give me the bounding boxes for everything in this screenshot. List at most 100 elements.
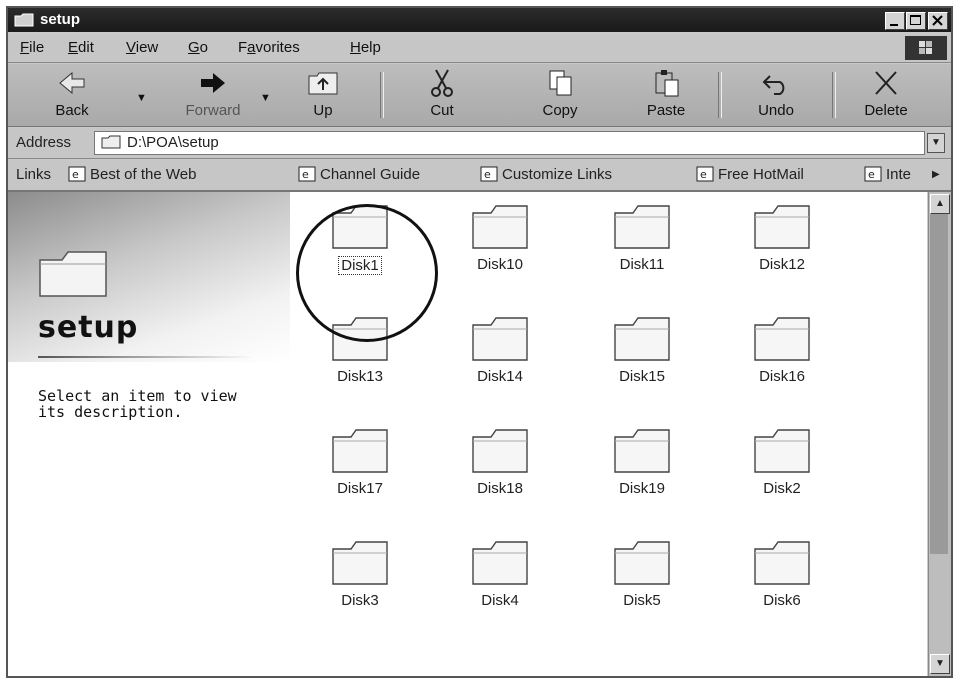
close-button[interactable] (928, 12, 948, 30)
pane-divider (38, 356, 258, 358)
toolbar-separator (380, 72, 384, 118)
svg-text:e: e (868, 168, 875, 181)
address-dropdown-button[interactable]: ▼ (927, 133, 945, 153)
folder-icon (332, 541, 388, 585)
folder-item[interactable]: Disk1 (300, 204, 420, 275)
back-label: Back (55, 102, 89, 119)
scroll-down-arrow-icon[interactable]: ▼ (930, 654, 950, 674)
menu-view[interactable]: View (126, 39, 158, 56)
svg-text:e: e (484, 168, 491, 181)
standard-toolbar: Back ▼ Forward ▼ Up Cut Copy Paste Undo (8, 64, 951, 127)
folder-content-view: Disk1 Disk10 Disk11 Disk12 Disk13 Disk14 Disk1… (290, 192, 927, 676)
folder-label: Disk15 (619, 368, 665, 385)
folder-item[interactable]: Disk16 (722, 316, 842, 386)
copy-button[interactable]: Copy (520, 68, 600, 119)
copy-icon (549, 70, 572, 96)
pane-title: setup (38, 310, 139, 345)
folder-label: Disk13 (337, 368, 383, 385)
folder-icon (332, 205, 388, 249)
folder-label: Disk6 (763, 592, 801, 609)
folder-label: Disk14 (477, 368, 523, 385)
folder-item[interactable]: Disk15 (582, 316, 702, 386)
undo-button[interactable]: Undo (736, 68, 816, 119)
menu-file[interactable]: File (20, 39, 44, 56)
folder-label: Disk3 (341, 592, 379, 609)
scroll-up-arrow-icon[interactable]: ▲ (930, 194, 950, 214)
folder-label: Disk4 (481, 592, 519, 609)
delete-button[interactable]: Delete (846, 68, 926, 119)
undo-label: Undo (758, 102, 794, 119)
folder-item[interactable]: Disk3 (300, 540, 420, 610)
toolbar-separator (718, 72, 722, 118)
forward-button[interactable]: Forward (178, 68, 248, 119)
svg-text:e: e (700, 168, 707, 181)
folder-icon (472, 317, 528, 361)
ie-page-icon: e (480, 166, 498, 182)
link-free-hotmail[interactable]: e Free HotMail (696, 166, 804, 183)
maximize-button[interactable] (906, 12, 926, 30)
folder-label: Disk1 (338, 256, 382, 275)
folder-icon (101, 135, 121, 149)
address-bar: Address D:\POA\setup ▼ (8, 128, 951, 159)
menu-favorites[interactable]: Favorites (238, 39, 300, 56)
delete-label: Delete (864, 102, 908, 119)
svg-text:e: e (302, 168, 309, 181)
back-dropdown-icon[interactable]: ▼ (136, 92, 147, 104)
link-customize-links[interactable]: e Customize Links (480, 166, 612, 183)
folder-item[interactable]: Disk2 (722, 428, 842, 498)
paste-button[interactable]: Paste (626, 68, 706, 119)
folder-icon (754, 541, 810, 585)
cut-button[interactable]: Cut (402, 68, 482, 119)
vertical-scrollbar[interactable]: ▲ ▼ (928, 192, 951, 676)
link-channel-guide[interactable]: e Channel Guide (298, 166, 420, 183)
ie-page-icon: e (864, 166, 882, 182)
address-value: D:\POA\setup (127, 134, 219, 151)
up-button[interactable]: Up (288, 68, 358, 119)
folder-item[interactable]: Disk12 (722, 204, 842, 274)
scroll-thumb[interactable] (930, 214, 948, 554)
folder-item[interactable]: Disk5 (582, 540, 702, 610)
paste-label: Paste (646, 102, 686, 119)
link-best-of-the-web[interactable]: e Best of the Web (68, 166, 196, 183)
maximize-icon (910, 15, 921, 25)
undo-icon (762, 75, 785, 95)
menu-go[interactable]: Go (188, 39, 208, 56)
links-label: Links (16, 166, 52, 183)
back-arrow-icon (59, 71, 85, 95)
delete-x-icon (875, 71, 897, 95)
folder-item[interactable]: Disk18 (440, 428, 560, 498)
window-title: setup (40, 11, 81, 28)
folder-item[interactable]: Disk14 (440, 316, 560, 386)
folder-label: Disk16 (759, 368, 805, 385)
folder-item[interactable]: Disk17 (300, 428, 420, 498)
address-input[interactable]: D:\POA\setup (94, 131, 925, 155)
folder-label: Disk10 (477, 256, 523, 273)
minimize-button[interactable] (885, 12, 905, 30)
folder-item[interactable]: Disk6 (722, 540, 842, 610)
menu-bar: File Edit View Go Favorites Help (8, 34, 951, 63)
link-internet[interactable]: e Inte (864, 166, 911, 183)
links-more-chevron-icon[interactable]: ▶ (932, 169, 940, 180)
web-view-pane: setup Select an item to view its descrip… (8, 192, 290, 676)
title-bar: setup (8, 8, 951, 32)
copy-label: Copy (542, 102, 578, 119)
menu-edit[interactable]: Edit (68, 39, 94, 56)
folder-item[interactable]: Disk19 (582, 428, 702, 498)
ie-page-icon: e (696, 166, 714, 182)
forward-arrow-icon (201, 73, 225, 93)
up-folder-icon (308, 72, 338, 95)
pane-description: Select an item to view its description. (38, 387, 237, 421)
folder-item[interactable]: Disk10 (440, 204, 560, 274)
folder-icon (14, 13, 34, 27)
folder-item[interactable]: Disk13 (300, 316, 420, 386)
toolbar-separator (832, 72, 836, 118)
scissors-icon (431, 69, 453, 97)
forward-dropdown-icon[interactable]: ▼ (260, 92, 271, 104)
menu-help[interactable]: Help (350, 39, 381, 56)
back-button[interactable]: Back (42, 68, 102, 119)
folder-item[interactable]: Disk4 (440, 540, 560, 610)
address-label: Address (16, 134, 72, 151)
folder-item[interactable]: Disk11 (582, 204, 702, 274)
folder-label: Disk12 (759, 256, 805, 273)
folder-icon (472, 429, 528, 473)
